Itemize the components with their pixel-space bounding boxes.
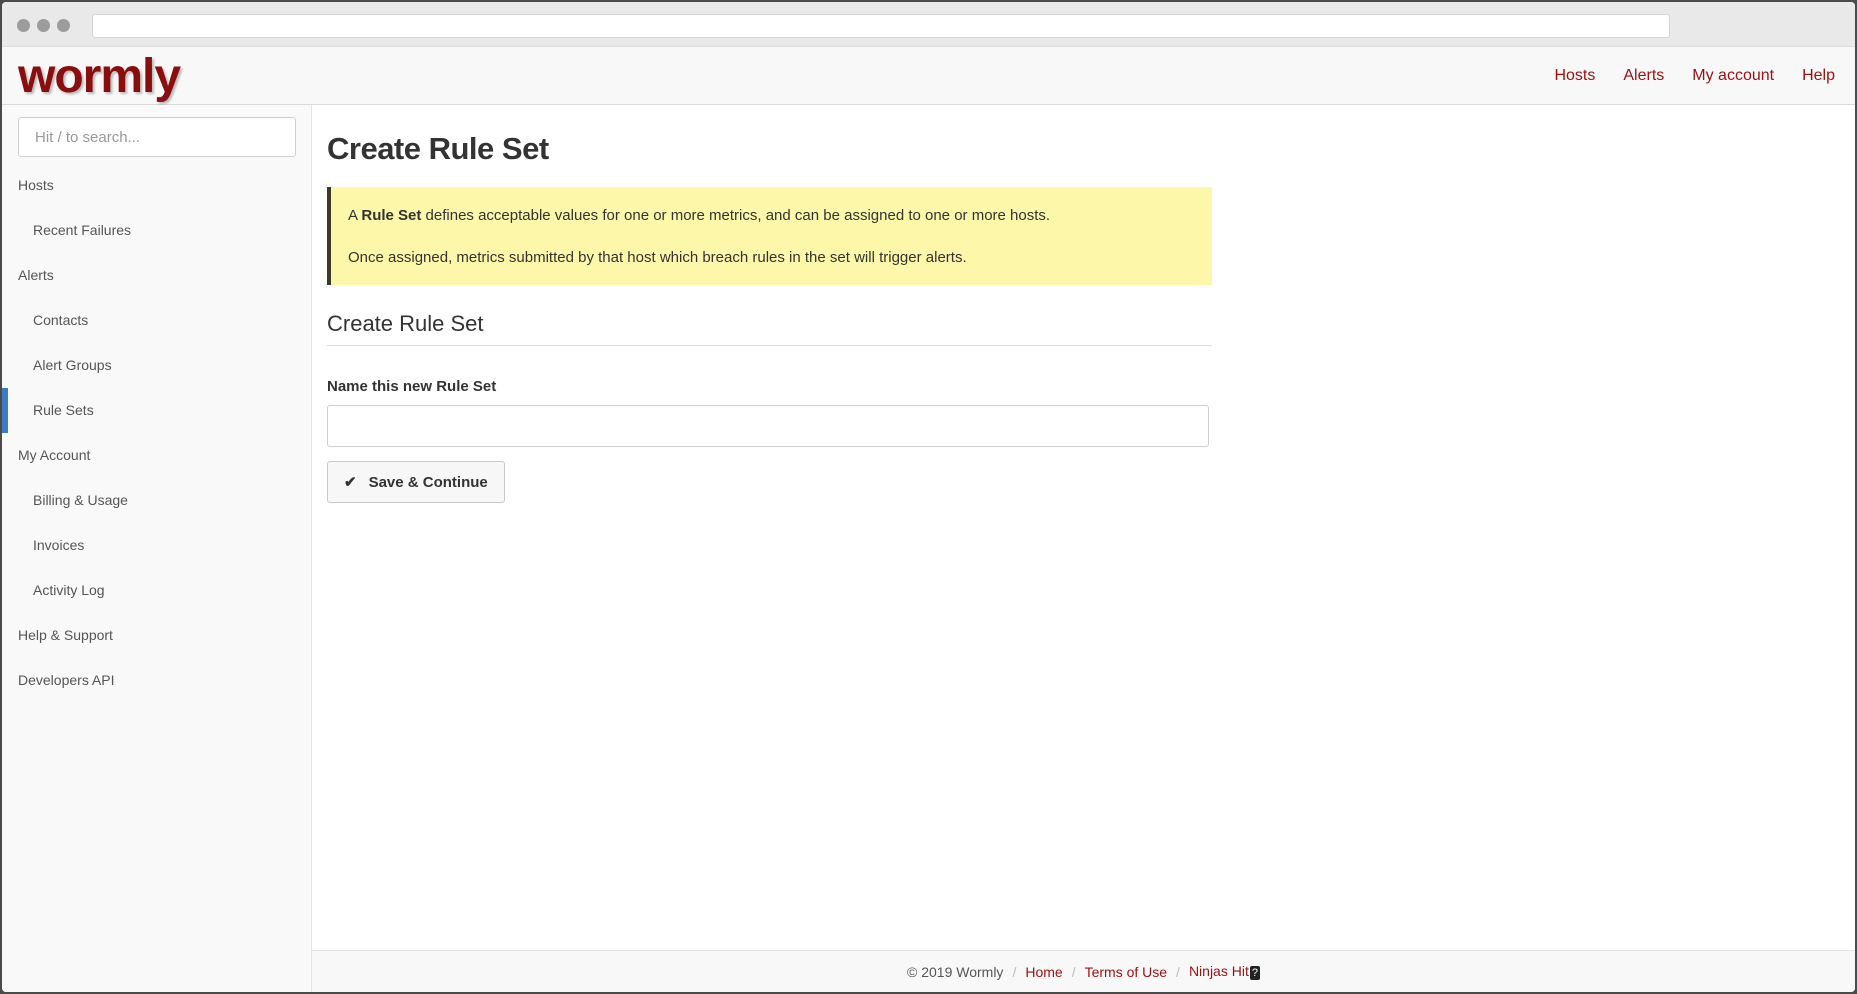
sidebar-item-rule-sets[interactable]: Rule Sets (2, 388, 312, 433)
footer: © 2019 Wormly / Home / Terms of Use / Ni… (312, 950, 1855, 992)
name-field-label: Name this new Rule Set (327, 378, 497, 395)
topnav-my-account[interactable]: My account (1678, 67, 1788, 85)
sidebar-item-alert-groups[interactable]: Alert Groups (2, 343, 312, 388)
top-nav: Hosts Alerts My account Help (1540, 47, 1849, 105)
sidebar-item-developers-api[interactable]: Developers API (2, 658, 312, 703)
section-title: Create Rule Set (327, 311, 1212, 346)
info-notice: A Rule Set defines acceptable values for… (327, 187, 1212, 285)
notice-suffix: defines acceptable values for one or mor… (425, 207, 1051, 224)
sidebar-item-hosts[interactable]: Hosts (2, 163, 312, 208)
notice-line-2: Once assigned, metrics submitted by that… (348, 249, 967, 266)
sidebar-item-activity-log[interactable]: Activity Log (2, 568, 312, 613)
sidebar-item-billing-usage[interactable]: Billing & Usage (2, 478, 312, 523)
main-content: Create Rule Set A Rule Set defines accep… (327, 105, 1212, 503)
footer-link-ninjas[interactable]: Ninjas Hit? (1189, 963, 1260, 980)
sidebar-nav: Hosts Recent Failures Alerts Contacts Al… (2, 163, 312, 703)
wormly-logo[interactable]: wormly (18, 53, 181, 101)
save-continue-label: Save & Continue (368, 473, 488, 491)
notice-prefix: A (348, 207, 358, 224)
sidebar-item-invoices[interactable]: Invoices (2, 523, 312, 568)
footer-copyright: © 2019 Wormly (907, 963, 1004, 980)
footer-separator: / (1176, 963, 1180, 980)
sidebar-item-alerts[interactable]: Alerts (2, 253, 312, 298)
rule-set-name-input[interactable] (327, 405, 1209, 447)
sidebar-item-help-support[interactable]: Help & Support (2, 613, 312, 658)
topnav-hosts[interactable]: Hosts (1540, 67, 1609, 85)
browser-window: wormly Hosts Alerts My account Help Host… (2, 2, 1855, 992)
footer-separator: / (1071, 963, 1076, 980)
sidebar: Hosts Recent Failures Alerts Contacts Al… (2, 105, 312, 992)
sidebar-item-recent-failures[interactable]: Recent Failures (2, 208, 312, 253)
sidebar-item-contacts[interactable]: Contacts (2, 298, 312, 343)
check-icon: ✔ (344, 474, 357, 491)
topnav-alerts[interactable]: Alerts (1609, 67, 1678, 85)
browser-chrome (2, 2, 1855, 47)
page-title: Create Rule Set (327, 131, 549, 166)
footer-link-home[interactable]: Home (1025, 964, 1062, 980)
search-input[interactable] (18, 117, 296, 157)
sidebar-item-my-account[interactable]: My Account (2, 433, 312, 478)
window-close-dot[interactable] (17, 19, 30, 32)
address-bar[interactable] (92, 14, 1670, 38)
footer-ninjas-label: Ninjas Hit (1188, 963, 1249, 979)
window-maximize-dot[interactable] (57, 19, 70, 32)
notice-line-1: A Rule Set defines acceptable values for… (348, 205, 1192, 227)
footer-separator: / (1012, 963, 1017, 980)
save-continue-button[interactable]: ✔ Save & Continue (327, 461, 505, 503)
app-header: wormly Hosts Alerts My account Help (2, 47, 1855, 105)
footer-link-terms[interactable]: Terms of Use (1085, 964, 1167, 980)
window-minimize-dot[interactable] (37, 19, 50, 32)
keyboard-shortcut-badge: ? (1249, 966, 1260, 980)
topnav-help[interactable]: Help (1788, 67, 1849, 85)
notice-bold-term: Rule Set (361, 207, 422, 224)
